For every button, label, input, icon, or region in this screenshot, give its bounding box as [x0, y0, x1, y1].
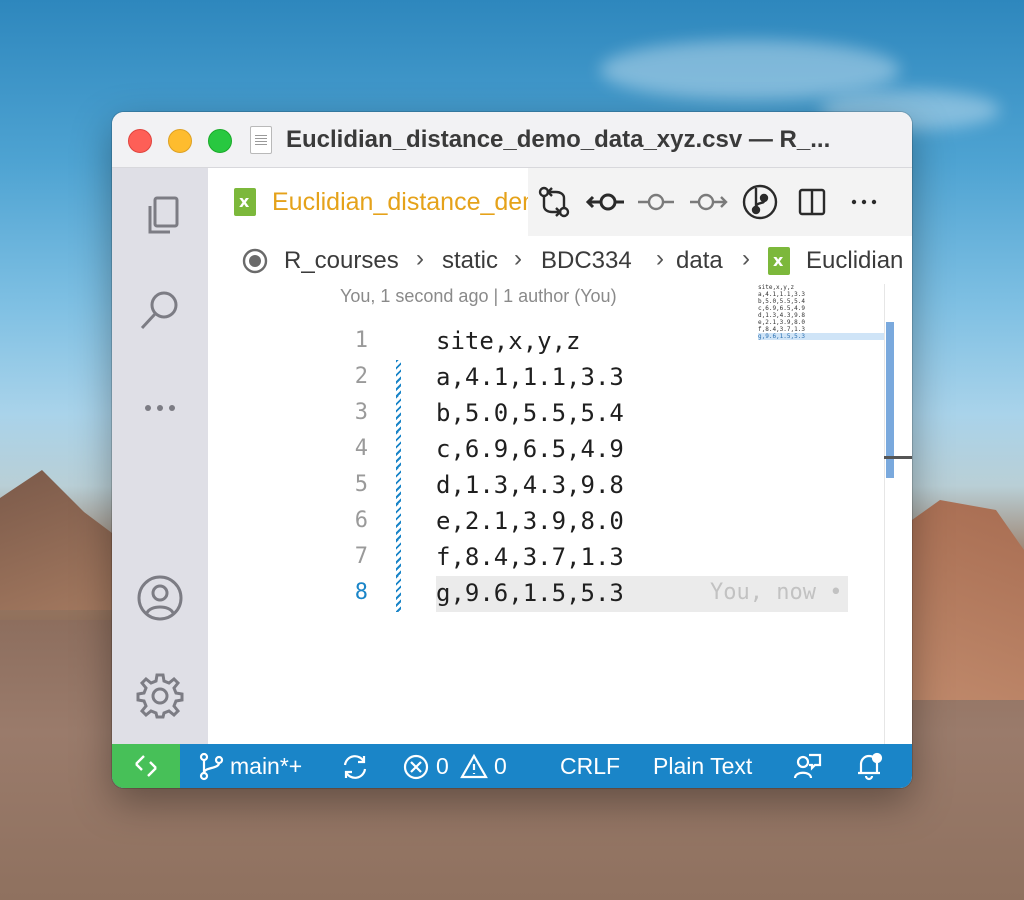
- warning-count[interactable]: 0: [494, 753, 507, 780]
- more-icon[interactable]: [136, 382, 184, 430]
- remote-indicator[interactable]: [112, 744, 180, 788]
- settings-gear-icon[interactable]: [136, 672, 184, 720]
- tab-bar: Euclidian_distance_demo_data_xyz.csv: [208, 168, 912, 236]
- compare-changes-icon[interactable]: [534, 182, 574, 222]
- editor-line[interactable]: 7 f,8.4,3.7,1.3: [208, 540, 888, 576]
- line-text: a,4.1,1.1,3.3: [436, 363, 624, 391]
- eol-selector[interactable]: CRLF: [560, 753, 620, 780]
- git-commit-next-icon[interactable]: [688, 182, 728, 222]
- window-maximize-button[interactable]: [208, 129, 232, 153]
- csv-file-icon: [768, 247, 790, 275]
- line-text: g,9.6,1.5,5.3: [436, 579, 624, 607]
- source-control-branch-icon: [196, 751, 226, 787]
- breadcrumb-item[interactable]: Euclidian: [806, 247, 903, 275]
- minimap-line: a,4.1,1.1,3.3: [758, 291, 805, 298]
- more-actions-icon[interactable]: [844, 182, 884, 222]
- sync-icon[interactable]: [340, 752, 370, 788]
- feedback-icon[interactable]: [792, 752, 822, 788]
- editor-line-current[interactable]: 8 g,9.6,1.5,5.3 You, now •: [208, 576, 888, 612]
- window-title: Euclidian_distance_demo_data_xyz.csv — R…: [286, 126, 831, 153]
- chevron-right-icon: ›: [656, 245, 664, 272]
- editor-line[interactable]: 4 c,6.9,6.5,4.9: [208, 432, 888, 468]
- minimap-line: c,6.9,6.5,4.9: [758, 305, 805, 312]
- minimap[interactable]: site,x,y,z a,4.1,1.1,3.3 b,5.0,5.5,5.4 c…: [754, 284, 886, 346]
- editor-text-area[interactable]: 1 site,x,y,z 2 a,4.1,1.1,3.3 3 b,5.0,5.5…: [208, 312, 888, 712]
- editor-line[interactable]: 2 a,4.1,1.1,3.3: [208, 360, 888, 396]
- added-line-indicator[interactable]: [396, 576, 401, 612]
- added-line-indicator[interactable]: [396, 432, 401, 468]
- line-number: 4: [354, 436, 368, 461]
- editor-line[interactable]: 6 e,2.1,3.9,8.0: [208, 504, 888, 540]
- document-proxy-icon[interactable]: [250, 126, 272, 154]
- tab-label: Euclidian_distance_demo_data_xyz.csv: [272, 188, 528, 216]
- breadcrumb-item[interactable]: R_courses: [284, 247, 399, 275]
- added-line-indicator[interactable]: [396, 540, 401, 576]
- line-number: 3: [354, 400, 368, 425]
- wallpaper-cloud: [600, 40, 900, 100]
- added-line-indicator[interactable]: [396, 504, 401, 540]
- language-mode-selector[interactable]: Plain Text: [653, 753, 752, 780]
- minimap-line: b,5.0,5.5,5.4: [758, 298, 805, 305]
- line-text: site,x,y,z: [436, 327, 581, 355]
- csv-file-icon: [234, 188, 256, 216]
- notifications-bell-icon[interactable]: [854, 751, 884, 787]
- chevron-right-icon: ›: [514, 245, 522, 272]
- window-close-button[interactable]: [128, 129, 152, 153]
- window-minimize-button[interactable]: [168, 129, 192, 153]
- activity-bar: [112, 168, 208, 744]
- added-line-indicator[interactable]: [396, 396, 401, 432]
- line-number: 8: [354, 580, 368, 605]
- scrollbar-thumb[interactable]: [886, 322, 894, 478]
- breadcrumb-item[interactable]: static: [442, 247, 498, 275]
- chevron-right-icon: ›: [742, 245, 750, 272]
- line-number: 5: [354, 472, 368, 497]
- status-bar: main*+ 0 0 CRLF Plain Text: [112, 744, 912, 788]
- minimap-line: g,9.6,1.5,5.3: [758, 333, 884, 340]
- breadcrumb: R_courses › static › BDC334 › data › Euc…: [208, 236, 912, 286]
- cursor-position-marker: [884, 456, 912, 459]
- line-text: e,2.1,3.9,8.0: [436, 507, 624, 535]
- minimap-line: f,8.4,3.7,1.3: [758, 326, 805, 333]
- explorer-icon[interactable]: [136, 190, 184, 238]
- warning-icon[interactable]: [460, 753, 488, 787]
- git-blame-header[interactable]: You, 1 second ago | 1 author (You): [340, 286, 617, 307]
- search-icon[interactable]: [136, 286, 184, 334]
- split-editor-icon[interactable]: [792, 182, 832, 222]
- editor-window: Euclidian_distance_demo_data_xyz.csv — R…: [112, 112, 912, 788]
- remote-icon: [132, 752, 160, 786]
- tab-csv-file[interactable]: Euclidian_distance_demo_data_xyz.csv: [208, 168, 528, 236]
- line-number: 6: [354, 508, 368, 533]
- git-commit-previous-icon[interactable]: [585, 182, 626, 222]
- line-text: c,6.9,6.5,4.9: [436, 435, 624, 463]
- chevron-right-icon: ›: [416, 245, 424, 272]
- minimap-line: d,1.3,4.3,9.8: [758, 312, 805, 319]
- inline-blame-annotation: You, now •: [710, 580, 843, 605]
- line-text: d,1.3,4.3,9.8: [436, 471, 624, 499]
- added-line-indicator[interactable]: [396, 468, 401, 504]
- line-number: 2: [354, 364, 368, 389]
- editor-line[interactable]: 3 b,5.0,5.5,5.4: [208, 396, 888, 432]
- line-number: 1: [354, 328, 368, 353]
- added-line-indicator[interactable]: [396, 360, 401, 396]
- source-control-circle-icon: [242, 248, 268, 281]
- line-number: 7: [354, 544, 368, 569]
- git-commit-icon[interactable]: [636, 182, 676, 222]
- git-graph-icon[interactable]: [740, 182, 780, 222]
- breadcrumb-item[interactable]: data: [676, 247, 723, 275]
- account-icon[interactable]: [136, 574, 184, 622]
- line-text: f,8.4,3.7,1.3: [436, 543, 624, 571]
- editor-line[interactable]: 5 d,1.3,4.3,9.8: [208, 468, 888, 504]
- branch-name[interactable]: main*+: [230, 753, 302, 780]
- error-count[interactable]: 0: [436, 753, 449, 780]
- minimap-line: site,x,y,z: [758, 284, 795, 291]
- minimap-line: e,2.1,3.9,8.0: [758, 319, 805, 326]
- line-text: b,5.0,5.5,5.4: [436, 399, 624, 427]
- breadcrumb-item[interactable]: BDC334: [541, 247, 632, 275]
- error-icon[interactable]: [402, 753, 430, 787]
- title-bar: Euclidian_distance_demo_data_xyz.csv — R…: [112, 112, 912, 168]
